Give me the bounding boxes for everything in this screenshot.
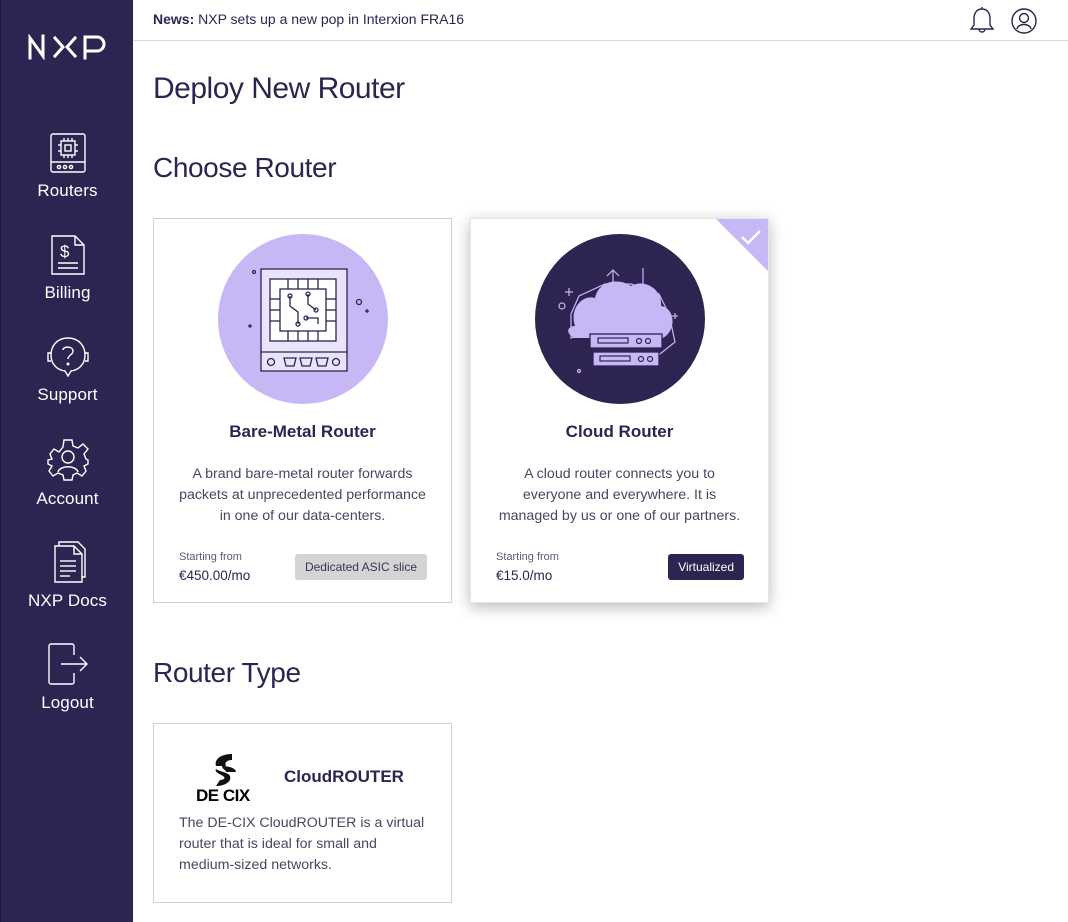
news-ticker[interactable]: News: NXP sets up a new pop in Interxion… [153,11,464,27]
price-value: €15.0/mo [496,568,553,583]
bell-icon [969,7,995,33]
decix-logo-icon [215,754,236,786]
decix-logo-text: DE CIX [196,786,250,805]
router-card-bare-metal[interactable]: Bare-Metal Router A brand bare-metal rou… [153,218,452,603]
price-label: Starting from [179,551,242,563]
router-card-description: A cloud router connects you to everyone … [498,466,741,524]
router-card-description: A brand bare-metal router forwards packe… [179,466,426,524]
selected-indicator [716,219,768,276]
router-type-description: The DE-CIX CloudROUTER is a virtual rout… [179,815,425,873]
nxp-logo-mark [28,33,106,61]
cloud-router-icon [535,234,705,404]
account-gear-icon [46,439,89,481]
router-card-title: Cloud Router [565,422,674,441]
router-card-cloud[interactable]: Cloud Router A cloud router connects you… [470,218,769,603]
sidebar-item-account[interactable]: Account [1,439,134,509]
user-circle-icon [1011,8,1037,34]
docs-icon [53,541,86,583]
page-title: Deploy New Router [153,72,405,105]
top-bar: News: NXP sets up a new pop in Interxion… [133,0,1068,41]
news-text: NXP sets up a new pop in Interxion FRA16 [198,11,465,27]
choose-router-heading: Choose Router [153,152,337,183]
support-icon [46,337,89,377]
router-badge: Virtualized [668,554,744,580]
bare-metal-router-icon [218,234,388,404]
price-label: Starting from [496,551,559,563]
sidebar-item-label: Support [37,385,98,404]
router-type-card-decix[interactable]: DE CIX CloudROUTER The DE-CIX CloudROUTE… [153,723,452,903]
sidebar: Routers $ Billing Support Account NXP Do… [0,0,133,922]
profile-button[interactable] [1011,8,1037,39]
sidebar-item-billing[interactable]: $ Billing [1,235,134,303]
sidebar-item-label: NXP Docs [28,591,107,610]
router-icon [49,133,86,173]
sidebar-item-support[interactable]: Support [1,337,134,405]
invoice-icon: $ [50,235,85,275]
logout-icon [47,643,88,685]
sidebar-item-label: Account [36,489,99,508]
router-badge: Dedicated ASIC slice [294,554,427,580]
router-type-name: CloudROUTER [284,767,404,786]
router-card-title: Bare-Metal Router [229,422,376,441]
sidebar-item-label: Logout [41,693,94,712]
price-value: €450.00/mo [179,568,251,583]
sidebar-item-label: Routers [37,181,98,200]
bare-metal-illustration [218,234,388,409]
notifications-button[interactable] [969,7,995,39]
cloud-router-illustration [535,234,705,409]
sidebar-item-logout[interactable]: Logout [1,643,134,713]
svg-text:$: $ [60,242,70,261]
checkmark-icon [716,219,768,271]
sidebar-item-routers[interactable]: Routers [1,133,134,201]
nxp-logo[interactable] [27,33,109,65]
sidebar-item-label: Billing [44,283,91,302]
sidebar-item-docs[interactable]: NXP Docs [1,541,134,611]
news-label: News: [153,11,195,27]
router-type-heading: Router Type [153,657,301,688]
